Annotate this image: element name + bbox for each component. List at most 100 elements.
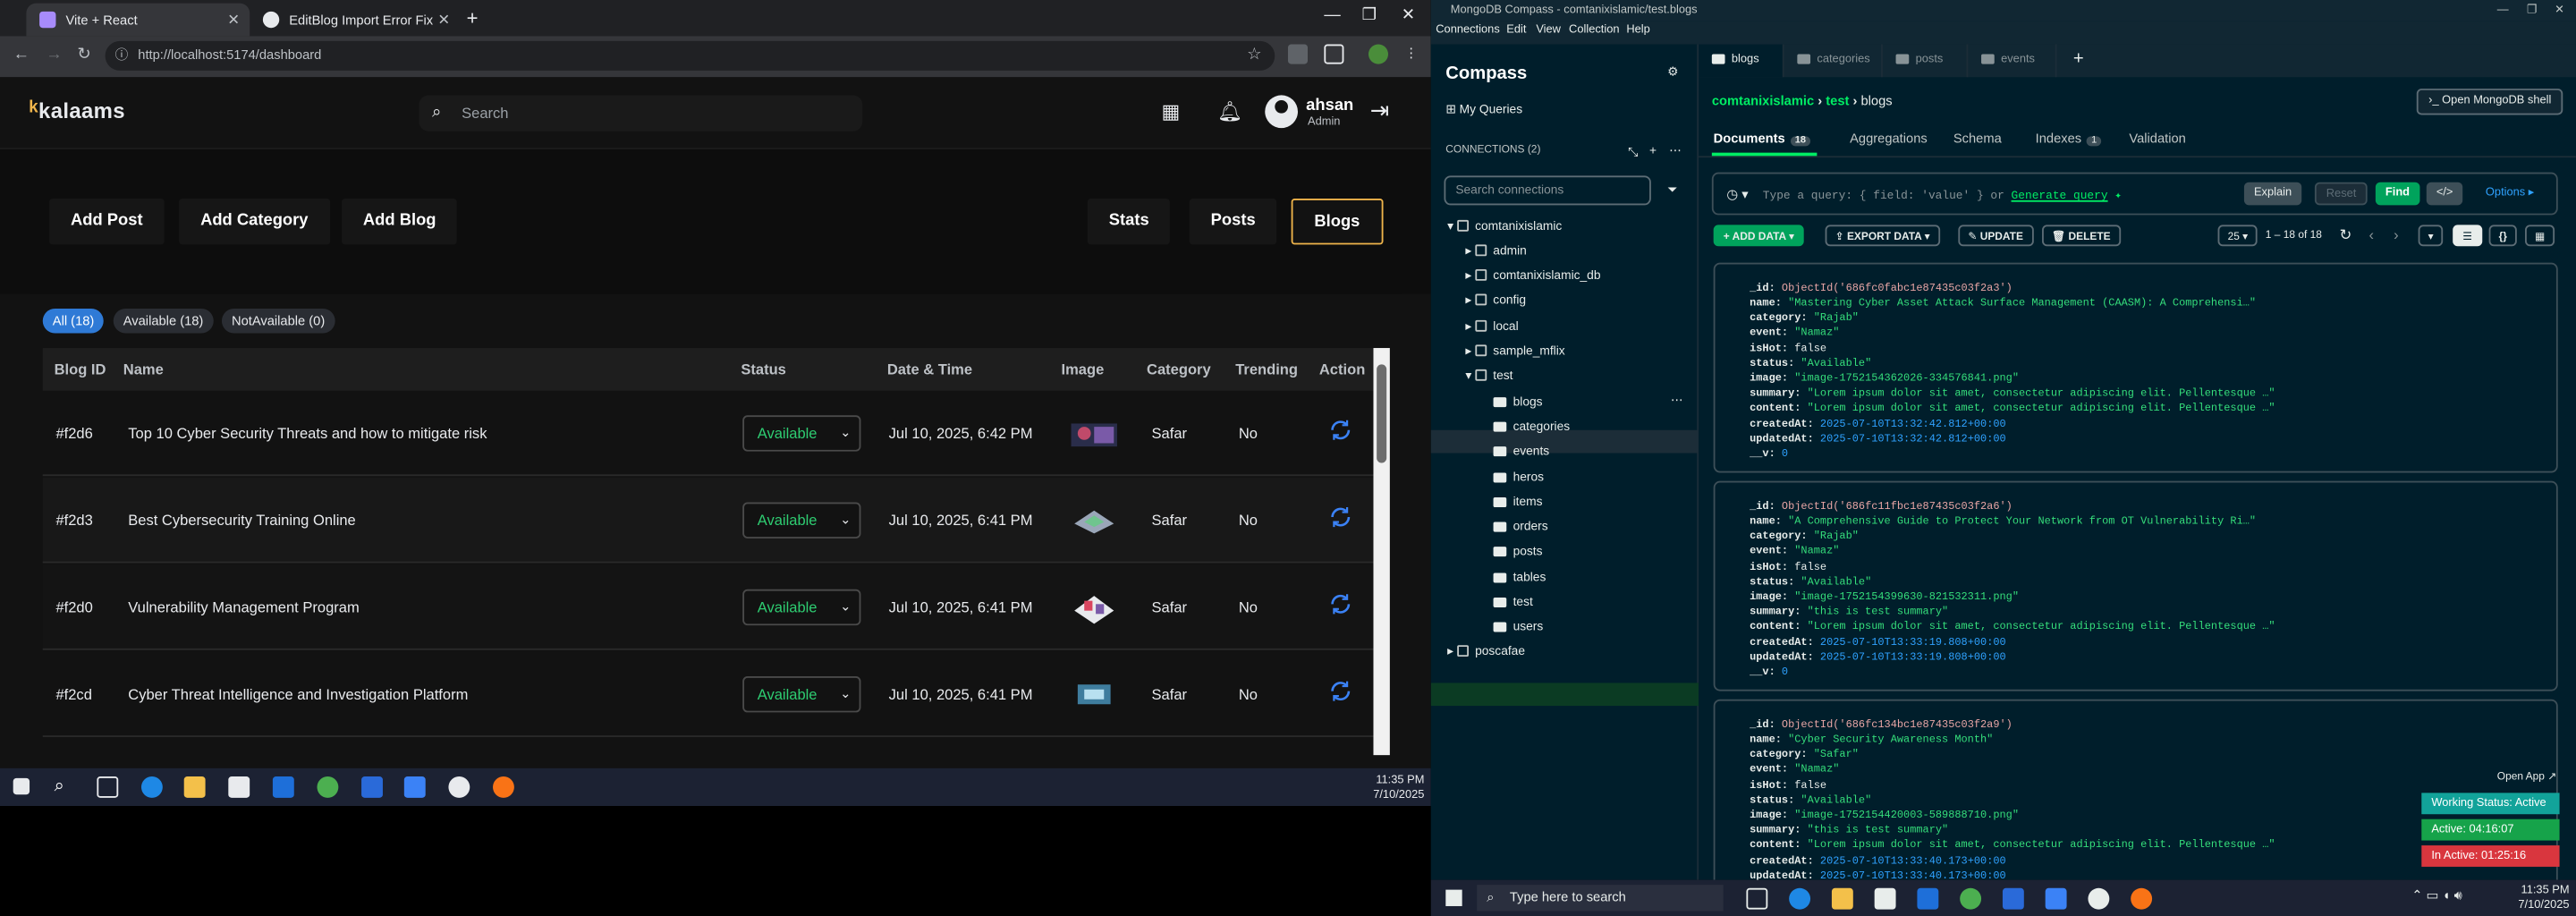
tree-db-admin[interactable]: ▸ admin (1465, 243, 1527, 259)
tree-db-test[interactable]: ▾ test (1465, 368, 1513, 383)
minimize-icon[interactable]: — (2497, 0, 2509, 21)
menu-edit[interactable]: Edit (1506, 25, 1526, 37)
json-view-icon[interactable]: {} (2488, 225, 2517, 247)
search-icon[interactable]: ⌕ (55, 776, 76, 798)
tree-coll-events[interactable]: events (1493, 443, 1549, 458)
subtab-indexes[interactable]: Indexes 1 (2036, 131, 2102, 147)
add-blog-button[interactable]: Add Blog (342, 199, 458, 245)
filter-icon[interactable]: ⏷ (1667, 182, 1677, 199)
filter-available-pill[interactable]: Available (18) (113, 308, 214, 334)
reset-button[interactable]: Reset (2314, 182, 2368, 206)
refresh-icon[interactable] (1329, 505, 1352, 529)
forward-icon[interactable]: → (46, 46, 62, 64)
tree-db-config[interactable]: ▸ config (1465, 293, 1526, 308)
close-tab-icon[interactable]: ✕ (437, 11, 450, 29)
windows-start-icon[interactable] (1445, 889, 1462, 906)
collection-more-icon[interactable]: ⋯ (1671, 393, 1683, 408)
task-view-icon[interactable] (97, 776, 119, 798)
breadcrumb-connection[interactable]: comtanixislamic (1712, 94, 1814, 109)
reload-icon[interactable]: ↻ (77, 46, 90, 64)
add-data-button[interactable]: + ADD DATA ▾ (1713, 225, 1805, 247)
extensions-puzzle-icon[interactable] (1324, 44, 1344, 64)
subtab-schema[interactable]: Schema (1953, 131, 2002, 147)
store-icon[interactable] (1874, 887, 1896, 910)
table-scrollbar[interactable] (1373, 348, 1390, 756)
refresh-icon[interactable]: ↻ (2339, 226, 2351, 244)
close-window-icon[interactable]: ✕ (2555, 0, 2564, 21)
address-bar[interactable]: ⓘ http://localhost:5174/dashboard ☆ (105, 40, 1275, 71)
tab-categories[interactable]: categories (1784, 44, 1883, 78)
update-button[interactable]: ✎ UPDATE (1958, 225, 2033, 247)
table-view-icon[interactable]: ▦ (2525, 225, 2555, 247)
explain-button[interactable]: Explain (2243, 182, 2302, 206)
vscode-icon[interactable] (403, 776, 426, 798)
store-icon[interactable] (228, 776, 250, 798)
status-select[interactable]: Available ⌄ (742, 502, 861, 539)
taskbar-search-input[interactable]: ⌕ Type here to search (1477, 885, 1724, 912)
windows-start-icon[interactable] (13, 777, 30, 795)
tree-coll-orders[interactable]: orders (1493, 519, 1548, 533)
task-view-icon[interactable] (1746, 887, 1768, 910)
settings-gear-icon[interactable]: ⚙ (1667, 64, 1678, 80)
edge-icon[interactable] (1789, 887, 1811, 910)
app-logo[interactable]: ᵏkalaams (30, 97, 125, 124)
my-queries-item[interactable]: ⊞ My Queries (1445, 102, 1522, 117)
chrome-icon[interactable] (1960, 887, 1982, 910)
close-tab-icon[interactable]: ✕ (227, 11, 240, 29)
tree-coll-users[interactable]: users (1493, 619, 1543, 633)
collapse-icon[interactable]: ⤡ (1628, 144, 1638, 160)
tree-coll-categories[interactable]: categories (1493, 419, 1570, 433)
view-options-icon[interactable]: ▾ (2418, 225, 2444, 247)
delete-button[interactable]: 🗑︎ DELETE (2042, 225, 2121, 247)
breadcrumb-db[interactable]: test (1826, 94, 1849, 109)
more-icon[interactable]: ⋯ (1669, 143, 1682, 158)
tree-coll-blogs[interactable]: blogs (1493, 394, 1543, 409)
maximize-icon[interactable]: ❐ (2527, 0, 2538, 21)
document-card[interactable]: _id: ObjectId('686fc0fabc1e87435c03f2a3'… (1713, 262, 2558, 473)
subtab-documents[interactable]: Documents 18 (1714, 131, 1811, 147)
document-card[interactable]: _id: ObjectId('686fc11fbc1e87435c03f2a6'… (1713, 480, 2558, 691)
tree-coll-posts[interactable]: posts (1493, 543, 1543, 558)
tree-db-sample-mflix[interactable]: ▸ sample_mflix (1465, 344, 1564, 359)
export-data-button[interactable]: ⇪ EXPORT DATA ▾ (1825, 225, 1940, 247)
status-select[interactable]: Available ⌄ (742, 589, 861, 626)
stats-button[interactable]: Stats (1087, 199, 1171, 245)
subtab-aggregations[interactable]: Aggregations (1850, 131, 1928, 147)
minimize-icon[interactable]: — (1324, 6, 1340, 24)
open-app-link[interactable]: Open App ↗ (2497, 770, 2556, 783)
tree-coll-heros[interactable]: heros (1493, 470, 1544, 484)
tree-db-local[interactable]: ▸ local (1465, 318, 1518, 334)
tree-coll-items[interactable]: items (1493, 494, 1543, 509)
code-toggle-icon[interactable]: </> (2426, 182, 2463, 206)
menu-help[interactable]: Help (1626, 25, 1649, 37)
posts-button[interactable]: Posts (1189, 199, 1277, 245)
generate-query-link[interactable]: Generate query (2012, 191, 2108, 204)
browser-tab-editblog[interactable]: EditBlog Import Error Fix ✕ (250, 4, 460, 37)
subtab-validation[interactable]: Validation (2129, 131, 2185, 147)
add-post-button[interactable]: Add Post (49, 199, 165, 245)
back-icon[interactable]: ← (13, 46, 30, 64)
maximize-icon[interactable]: ❐ (1362, 6, 1377, 24)
outlook-icon[interactable] (1917, 887, 1939, 910)
tree-db-comtanixislamic-db[interactable]: ▸ comtanixislamic_db (1465, 267, 1600, 283)
tree-coll-test[interactable]: test (1493, 594, 1533, 609)
github-icon[interactable] (448, 776, 470, 798)
tab-posts[interactable]: posts (1883, 44, 1969, 78)
find-button[interactable]: Find (2375, 182, 2420, 206)
tree-root-connection[interactable]: ▾ comtanixislamic (1447, 218, 1562, 233)
add-connection-icon[interactable]: + (1649, 143, 1657, 158)
apps-grid-icon[interactable]: ▦ (1162, 100, 1181, 123)
add-tab-icon[interactable]: + (2073, 49, 2084, 69)
next-page-icon[interactable]: › (2394, 226, 2399, 242)
taskbar-clock[interactable]: 11:35 PM 7/10/2025 (1373, 773, 1424, 802)
chrome-icon[interactable] (317, 776, 339, 798)
open-shell-button[interactable]: ›_ Open MongoDB shell (2417, 89, 2563, 115)
site-info-icon[interactable]: ⓘ (115, 41, 129, 71)
add-category-button[interactable]: Add Category (179, 199, 330, 245)
page-size-select[interactable]: 25 ▾ (2217, 225, 2258, 247)
refresh-icon[interactable] (1329, 419, 1352, 442)
postman-icon[interactable] (2131, 887, 2153, 910)
status-select[interactable]: Available ⌄ (742, 415, 861, 452)
system-tray-icons[interactable]: ⌃ ▭ ◖ 🔊︎ (2411, 888, 2462, 904)
menu-collection[interactable]: Collection (1569, 25, 1619, 37)
